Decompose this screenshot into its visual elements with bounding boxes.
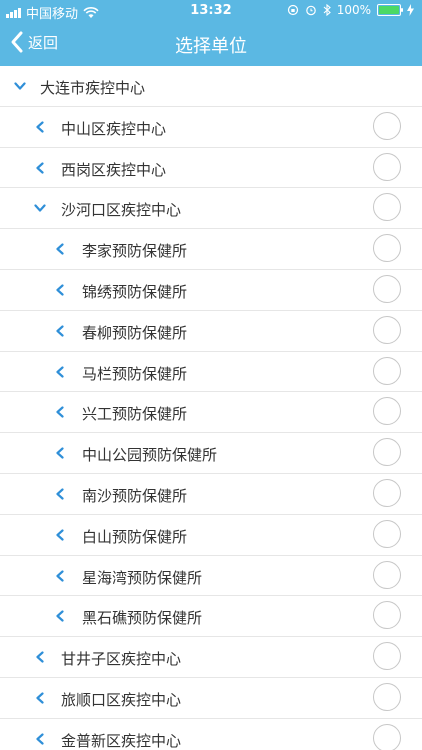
nav-bar: 返回 选择单位 xyxy=(0,22,422,66)
orientation-lock-icon xyxy=(287,4,298,16)
chevron-left-icon[interactable] xyxy=(34,121,46,133)
unit-tree-list: 大连市疾控中心中山区疾控中心 西岗区疾控中心 沙河口区疾控中心李家预防保健所 锦绣预防… xyxy=(0,66,422,750)
chevron-left-icon[interactable] xyxy=(34,651,46,663)
tree-item-label: 南沙预防保健所 xyxy=(82,486,188,505)
tree-item-label: 春柳预防保健所 xyxy=(82,323,188,342)
select-radio[interactable] xyxy=(373,315,401,344)
tree-item-label: 中山公园预防保健所 xyxy=(82,446,218,465)
tree-row[interactable]: 大连市疾控中心 xyxy=(0,66,422,107)
tree-item-label: 西岗区疾控中心 xyxy=(61,160,167,179)
tree-row[interactable]: 星海湾预防保健所 xyxy=(0,556,422,597)
chevron-left-icon[interactable] xyxy=(34,161,46,174)
chevron-left-icon[interactable] xyxy=(34,692,46,704)
tree-item-label: 旅顺口区疾控中心 xyxy=(61,690,182,709)
tree-row[interactable]: 南沙预防保健所 xyxy=(0,474,422,515)
select-radio[interactable] xyxy=(373,519,401,548)
chevron-left-icon[interactable] xyxy=(54,488,66,500)
select-radio[interactable] xyxy=(373,397,401,426)
select-radio[interactable] xyxy=(373,723,401,750)
select-radio[interactable] xyxy=(373,642,401,671)
select-radio[interactable] xyxy=(373,193,401,222)
select-radio[interactable] xyxy=(373,560,401,589)
tree-row[interactable]: 李家预防保健所 xyxy=(0,229,422,270)
select-radio[interactable] xyxy=(373,274,401,303)
select-radio[interactable] xyxy=(373,356,401,385)
tree-row[interactable]: 旅顺口区疾控中心 xyxy=(0,678,422,719)
battery-percent: 100% xyxy=(336,3,371,17)
status-bar: 中国移动 13:32 100% xyxy=(0,0,422,22)
chevron-left-icon[interactable] xyxy=(54,406,66,418)
status-right: 100% xyxy=(287,3,414,17)
tree-row[interactable]: 沙河口区疾控中心 xyxy=(0,188,422,230)
tree-row[interactable]: 锦绣预防保健所 xyxy=(0,270,422,311)
chevron-left-icon[interactable] xyxy=(54,365,66,378)
chevron-left-icon[interactable] xyxy=(54,610,66,622)
battery-fill xyxy=(379,6,399,14)
tree-item-label: 大连市疾控中心 xyxy=(40,79,146,97)
tree-item-label: 星海湾预防保健所 xyxy=(82,568,203,587)
tree-row[interactable]: 西岗区疾控中心 xyxy=(0,148,422,189)
select-radio[interactable] xyxy=(373,478,401,507)
tree-row[interactable]: 甘井子区疾控中心 xyxy=(0,637,422,678)
chevron-left-icon[interactable] xyxy=(54,325,66,337)
chevron-down-icon[interactable] xyxy=(34,202,46,214)
bluetooth-icon xyxy=(323,4,331,16)
select-radio[interactable] xyxy=(373,111,401,140)
select-radio[interactable] xyxy=(373,682,401,711)
tree-row[interactable]: 白山预防保健所 xyxy=(0,515,422,556)
alarm-icon xyxy=(305,5,316,16)
select-radio[interactable] xyxy=(373,438,401,467)
chevron-left-icon[interactable] xyxy=(54,243,66,255)
tree-item-label: 兴工预防保健所 xyxy=(82,405,188,424)
battery-icon xyxy=(377,4,403,16)
select-radio[interactable] xyxy=(373,601,401,630)
tree-row[interactable]: 春柳预防保健所 xyxy=(0,311,422,352)
page-title: 选择单位 xyxy=(175,36,247,57)
tree-row[interactable]: 中山区疾控中心 xyxy=(0,107,422,148)
tree-item-label: 白山预防保健所 xyxy=(82,527,188,546)
tree-item-label: 金普新区疾控中心 xyxy=(61,731,182,750)
chevron-left-icon[interactable] xyxy=(54,569,66,582)
tree-row[interactable]: 金普新区疾控中心 xyxy=(0,719,422,750)
tree-row[interactable]: 中山公园预防保健所 xyxy=(0,433,422,474)
tree-row[interactable]: 兴工预防保健所 xyxy=(0,392,422,434)
chevron-left-icon[interactable] xyxy=(54,284,66,296)
chevron-left-icon[interactable] xyxy=(54,529,66,541)
chevron-down-icon[interactable] xyxy=(14,80,26,92)
chevron-left-icon[interactable] xyxy=(54,447,66,459)
tree-item-label: 中山区疾控中心 xyxy=(61,119,167,138)
tree-item-label: 沙河口区疾控中心 xyxy=(61,201,182,220)
charging-icon xyxy=(407,4,414,16)
tree-item-label: 锦绣预防保健所 xyxy=(82,282,188,301)
tree-row[interactable]: 黑石礁预防保健所 xyxy=(0,596,422,638)
select-radio[interactable] xyxy=(373,152,401,181)
tree-item-label: 黑石礁预防保健所 xyxy=(82,609,203,628)
tree-item-label: 李家预防保健所 xyxy=(82,242,188,261)
chevron-left-icon[interactable] xyxy=(34,733,46,745)
header: 中国移动 13:32 100% 返回 选择单位 xyxy=(0,0,422,66)
tree-item-label: 甘井子区疾控中心 xyxy=(61,650,182,669)
tree-row[interactable]: 马栏预防保健所 xyxy=(0,352,422,393)
tree-item-label: 马栏预防保健所 xyxy=(82,364,188,383)
select-radio[interactable] xyxy=(373,234,401,263)
